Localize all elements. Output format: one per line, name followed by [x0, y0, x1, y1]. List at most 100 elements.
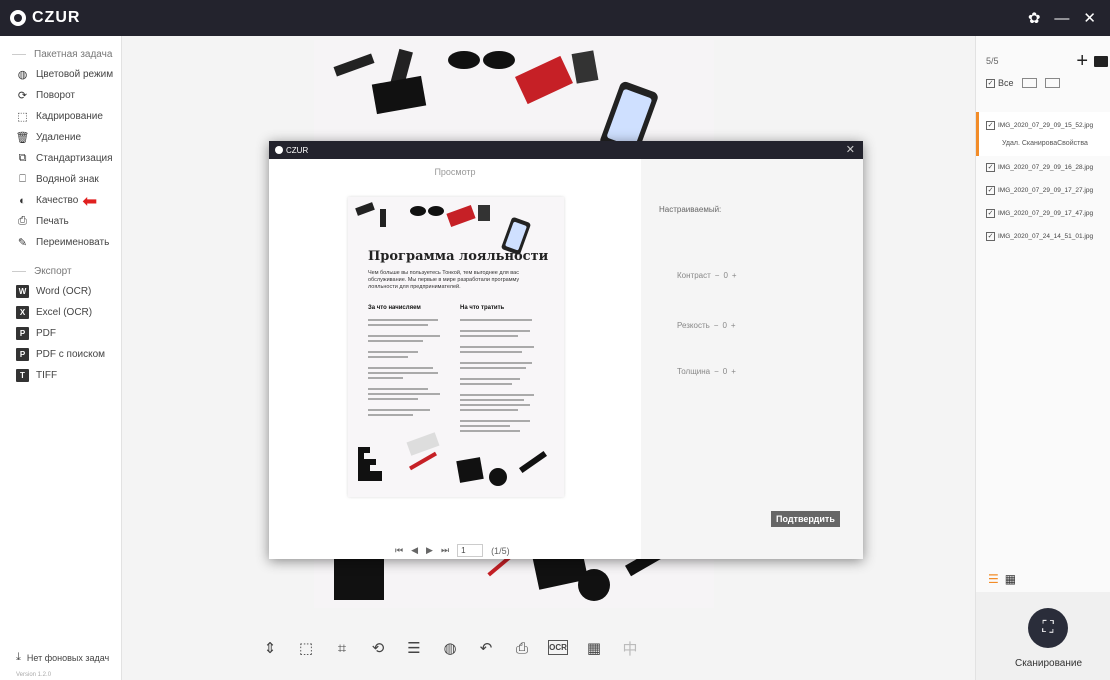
- close-icon[interactable]: ✕: [1083, 9, 1096, 27]
- filter-row: ✓ Все: [976, 72, 1110, 94]
- window-controls: ✿ — ✕: [1028, 0, 1110, 36]
- sidebar-item-batch-8[interactable]: ✎ Переименовать: [0, 232, 121, 253]
- sharpness-plus-icon[interactable]: +: [731, 321, 736, 330]
- folder-icon[interactable]: [1094, 56, 1108, 67]
- sidebar-item-batch-5[interactable]: ⎕ Водяной знак: [0, 169, 121, 190]
- sidebar-item-label: Стандартизация: [36, 153, 113, 164]
- scan-button[interactable]: ⛶: [1028, 608, 1068, 648]
- next-page-icon[interactable]: ▶: [426, 545, 433, 556]
- sharpness-control: Резкость − 0 +: [677, 321, 736, 330]
- contrast-minus-icon[interactable]: −: [715, 271, 720, 280]
- dialog-title-bar: CZUR ✕: [269, 141, 863, 159]
- file-checkbox[interactable]: ✓: [986, 121, 995, 130]
- add-icon[interactable]: +: [1076, 50, 1088, 72]
- sidebar-item-export-1[interactable]: X Excel (OCR): [0, 302, 121, 323]
- app-logo: CZUR: [10, 9, 80, 27]
- undo-icon[interactable]: ↶: [468, 634, 504, 662]
- sidebar-item-label: Кадрирование: [36, 111, 103, 122]
- contrast-label: Контраст: [677, 271, 711, 280]
- batch-item-icon: ◍: [17, 69, 28, 81]
- file-checkbox[interactable]: ✓: [986, 232, 995, 241]
- page-number-input[interactable]: [457, 544, 484, 557]
- sharpness-label: Резкость: [677, 321, 710, 330]
- sidebar-item-export-2[interactable]: P PDF: [0, 323, 121, 344]
- color-mode-icon[interactable]: ◍: [432, 634, 468, 662]
- sidebar-item-label: Переименовать: [36, 237, 110, 248]
- preview-label: Просмотр: [434, 167, 476, 177]
- export-header: Экспорт: [0, 261, 121, 281]
- contrast-plus-icon[interactable]: +: [732, 271, 737, 280]
- fit-icon[interactable]: ⇕: [252, 634, 288, 662]
- sidebar-item-batch-1[interactable]: ⟳ Поворот: [0, 85, 121, 106]
- sidebar-item-label: Водяной знак: [36, 174, 99, 185]
- file-list-item[interactable]: ✓ IMG_2020_07_29_09_17_47.jpg: [976, 202, 1110, 225]
- view-toggle: ☰ ▦: [988, 572, 1022, 586]
- contrast-value: 0: [723, 271, 728, 280]
- background-tasks-status[interactable]: ⤓ Нет фоновых задач: [16, 651, 109, 664]
- sidebar-item-label: Печать: [36, 216, 69, 227]
- minimize-icon[interactable]: —: [1054, 10, 1069, 27]
- qr-code-icon[interactable]: ▦: [576, 634, 612, 662]
- sidebar-item-label: Удаление: [36, 132, 82, 143]
- dialog-title: CZUR: [286, 145, 309, 155]
- quality-dialog: CZUR ✕ Просмотр Программа лояльности Чем…: [269, 141, 863, 559]
- thickness-minus-icon[interactable]: −: [714, 367, 719, 376]
- sidebar-item-export-4[interactable]: T TIFF: [0, 365, 121, 386]
- sidebar-item-export-3[interactable]: P PDF с поиском: [0, 344, 121, 365]
- settings-pane: Настраиваемый: Контраст − 0 + Резкость −…: [641, 159, 863, 559]
- image-filter-icon[interactable]: [1021, 78, 1037, 88]
- crop-icon[interactable]: ⌗: [324, 634, 360, 662]
- batch-item-icon: ⬚: [17, 111, 28, 123]
- sidebar-item-batch-2[interactable]: ⬚ Кадрирование: [0, 106, 121, 127]
- file-list-item[interactable]: ✓ IMG_2020_07_29_09_17_27.jpg: [976, 179, 1110, 202]
- select-area-icon[interactable]: ⬚: [288, 634, 324, 662]
- sidebar-item-export-0[interactable]: W Word (OCR): [0, 281, 121, 302]
- file-checkbox[interactable]: ✓: [986, 163, 995, 172]
- sidebar-item-batch-7[interactable]: ⎙ Печать: [0, 211, 121, 232]
- pager: ⏮ ◀ ▶ ⏭ (1/5): [395, 544, 518, 557]
- file-actions[interactable]: Удал. СканироваСвойства: [1002, 140, 1088, 147]
- last-page-icon[interactable]: ⏭: [441, 545, 449, 556]
- file-name: IMG_2020_07_24_14_51_01.jpg: [998, 233, 1094, 240]
- sidebar-item-label: TIFF: [36, 370, 58, 381]
- merge-icon[interactable]: 中: [612, 634, 648, 662]
- select-all-label: Все: [998, 78, 1014, 88]
- logo-icon: [10, 10, 26, 26]
- file-checkbox[interactable]: ✓: [986, 209, 995, 218]
- video-filter-icon[interactable]: [1044, 78, 1060, 88]
- adjust-icon[interactable]: ☰: [396, 634, 432, 662]
- left-sidebar: Пакетная задача ◍ Цветовой режим ⟳ Поворот ⬚…: [0, 36, 122, 680]
- file-name: IMG_2020_07_29_09_17_47.jpg: [998, 210, 1094, 217]
- settings-icon[interactable]: ✿: [1028, 9, 1041, 27]
- print-icon[interactable]: ⎙: [504, 634, 540, 662]
- export-item-icon: P: [16, 348, 29, 361]
- file-list-item[interactable]: ✓ IMG_2020_07_29_09_16_28.jpg: [976, 156, 1110, 179]
- file-list-item[interactable]: ✓ IMG_2020_07_29_09_15_52.jpg Удал. Сканир…: [976, 112, 1110, 156]
- batch-item-icon: ⧉: [18, 152, 27, 164]
- sidebar-item-batch-4[interactable]: ⧉ Стандартизация: [0, 148, 121, 169]
- ocr-icon[interactable]: OCR: [548, 640, 568, 655]
- sidebar-item-batch-3[interactable]: 🗑 Удаление: [0, 127, 121, 148]
- confirm-button[interactable]: Подтвердить: [771, 511, 840, 527]
- first-page-icon[interactable]: ⏮: [395, 545, 403, 556]
- doc-column-earn: За что начисляем: [368, 305, 448, 419]
- export-item-icon: W: [16, 285, 29, 298]
- sidebar-item-label: Excel (OCR): [36, 307, 93, 318]
- rotate-icon[interactable]: ⟲: [360, 634, 396, 662]
- scan-area: ⛶ Сканирование: [976, 592, 1110, 680]
- dialog-close-icon[interactable]: ✕: [846, 143, 855, 156]
- version-label: Version 1.2.0: [16, 672, 52, 678]
- list-view-icon[interactable]: ☰: [988, 572, 999, 586]
- select-all-checkbox[interactable]: ✓: [986, 78, 995, 88]
- file-list: ✓ IMG_2020_07_29_09_15_52.jpg Удал. Сканир…: [976, 112, 1110, 248]
- sidebar-item-batch-0[interactable]: ◍ Цветовой режим: [0, 64, 121, 85]
- file-checkbox[interactable]: ✓: [986, 186, 995, 195]
- sidebar-item-batch-6[interactable]: ◐ Качество ⬅: [0, 190, 121, 211]
- thickness-plus-icon[interactable]: +: [731, 367, 736, 376]
- preview-pane: Просмотр Программа лояльности Чем больше…: [269, 159, 641, 559]
- sharpness-minus-icon[interactable]: −: [714, 321, 719, 330]
- batch-item-icon: ⎙: [18, 215, 27, 227]
- file-list-item[interactable]: ✓ IMG_2020_07_24_14_51_01.jpg: [976, 225, 1110, 248]
- grid-view-icon[interactable]: ▦: [1005, 572, 1016, 586]
- prev-page-icon[interactable]: ◀: [411, 545, 418, 556]
